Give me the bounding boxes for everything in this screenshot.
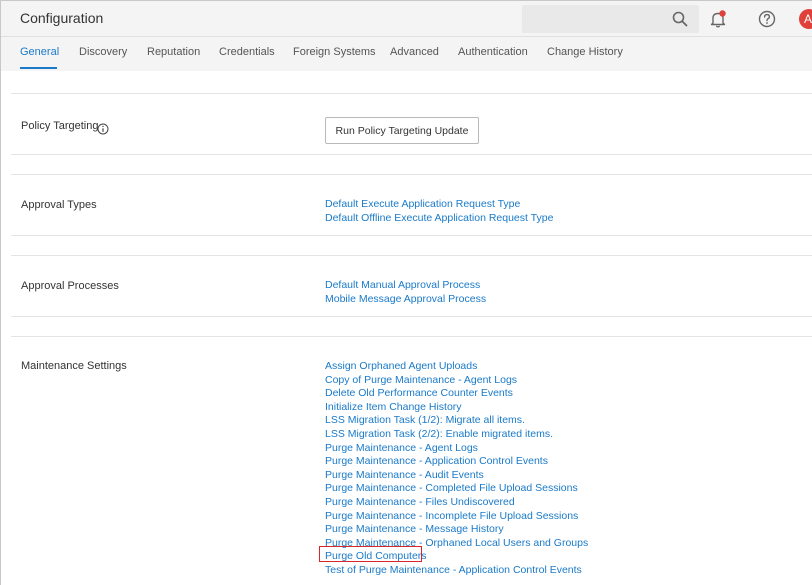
- maintenance-link[interactable]: Purge Maintenance - Audit Events: [325, 469, 588, 483]
- page-title: Configuration: [20, 10, 104, 26]
- active-tab-indicator: [20, 67, 57, 69]
- section-divider: [11, 174, 812, 175]
- run-policy-targeting-update-button[interactable]: Run Policy Targeting Update: [325, 117, 479, 144]
- maintenance-link[interactable]: Assign Orphaned Agent Uploads: [325, 360, 588, 374]
- maintenance-link[interactable]: Purge Maintenance - Incomplete File Uplo…: [325, 510, 588, 524]
- maintenance-link[interactable]: Delete Old Performance Counter Events: [325, 387, 588, 401]
- section-divider: [11, 235, 812, 236]
- app-window: Configuration A General Discovery Reputa…: [0, 0, 812, 585]
- tab-bar: General Discovery Reputation Credentials…: [1, 37, 812, 71]
- maintenance-link[interactable]: Purge Maintenance - Message History: [325, 523, 588, 537]
- approval-type-link[interactable]: Default Offline Execute Application Requ…: [325, 212, 553, 226]
- maintenance-settings-list: Assign Orphaned Agent Uploads Copy of Pu…: [325, 360, 588, 578]
- avatar[interactable]: A: [799, 9, 812, 29]
- section-divider: [11, 336, 812, 337]
- tab-discovery[interactable]: Discovery: [79, 46, 127, 58]
- bell-icon[interactable]: [708, 9, 728, 29]
- maintenance-link[interactable]: Test of Purge Maintenance - Application …: [325, 564, 588, 578]
- approval-process-link[interactable]: Default Manual Approval Process: [325, 279, 486, 293]
- maintenance-link[interactable]: Copy of Purge Maintenance - Agent Logs: [325, 374, 588, 388]
- tab-change-history[interactable]: Change History: [547, 46, 623, 58]
- maintenance-link[interactable]: Purge Maintenance - Application Control …: [325, 455, 588, 469]
- section-divider: [11, 255, 812, 256]
- section-divider: [11, 93, 812, 94]
- maintenance-link[interactable]: LSS Migration Task (2/2): Enable migrate…: [325, 428, 588, 442]
- approval-processes-list: Default Manual Approval Process Mobile M…: [325, 279, 486, 306]
- tab-credentials[interactable]: Credentials: [219, 46, 275, 58]
- section-divider: [11, 154, 812, 155]
- approval-type-link[interactable]: Default Execute Application Request Type: [325, 198, 553, 212]
- maintenance-link[interactable]: Purge Maintenance - Files Undiscovered: [325, 496, 588, 510]
- approval-process-link[interactable]: Mobile Message Approval Process: [325, 293, 486, 307]
- maintenance-link[interactable]: Initialize Item Change History: [325, 401, 588, 415]
- tab-foreign-systems[interactable]: Foreign Systems: [293, 46, 376, 58]
- maintenance-link[interactable]: Purge Maintenance - Agent Logs: [325, 442, 588, 456]
- section-divider: [11, 316, 812, 317]
- approval-types-label: Approval Types: [21, 199, 97, 211]
- search-icon[interactable]: [671, 10, 689, 28]
- approval-processes-label: Approval Processes: [21, 280, 119, 292]
- maintenance-link[interactable]: LSS Migration Task (1/2): Migrate all it…: [325, 414, 588, 428]
- maintenance-settings-label: Maintenance Settings: [21, 360, 127, 372]
- tab-general[interactable]: General: [20, 46, 59, 58]
- maintenance-link[interactable]: Purge Maintenance - Completed File Uploa…: [325, 482, 588, 496]
- tab-advanced[interactable]: Advanced: [390, 46, 439, 58]
- highlight-box: [319, 546, 422, 562]
- tab-reputation[interactable]: Reputation: [147, 46, 200, 58]
- top-bar: Configuration A: [1, 1, 812, 37]
- tab-authentication[interactable]: Authentication: [458, 46, 528, 58]
- policy-targeting-label: Policy Targeting: [21, 120, 99, 132]
- help-icon[interactable]: [758, 10, 776, 28]
- approval-types-list: Default Execute Application Request Type…: [325, 198, 553, 225]
- info-icon[interactable]: [97, 123, 109, 135]
